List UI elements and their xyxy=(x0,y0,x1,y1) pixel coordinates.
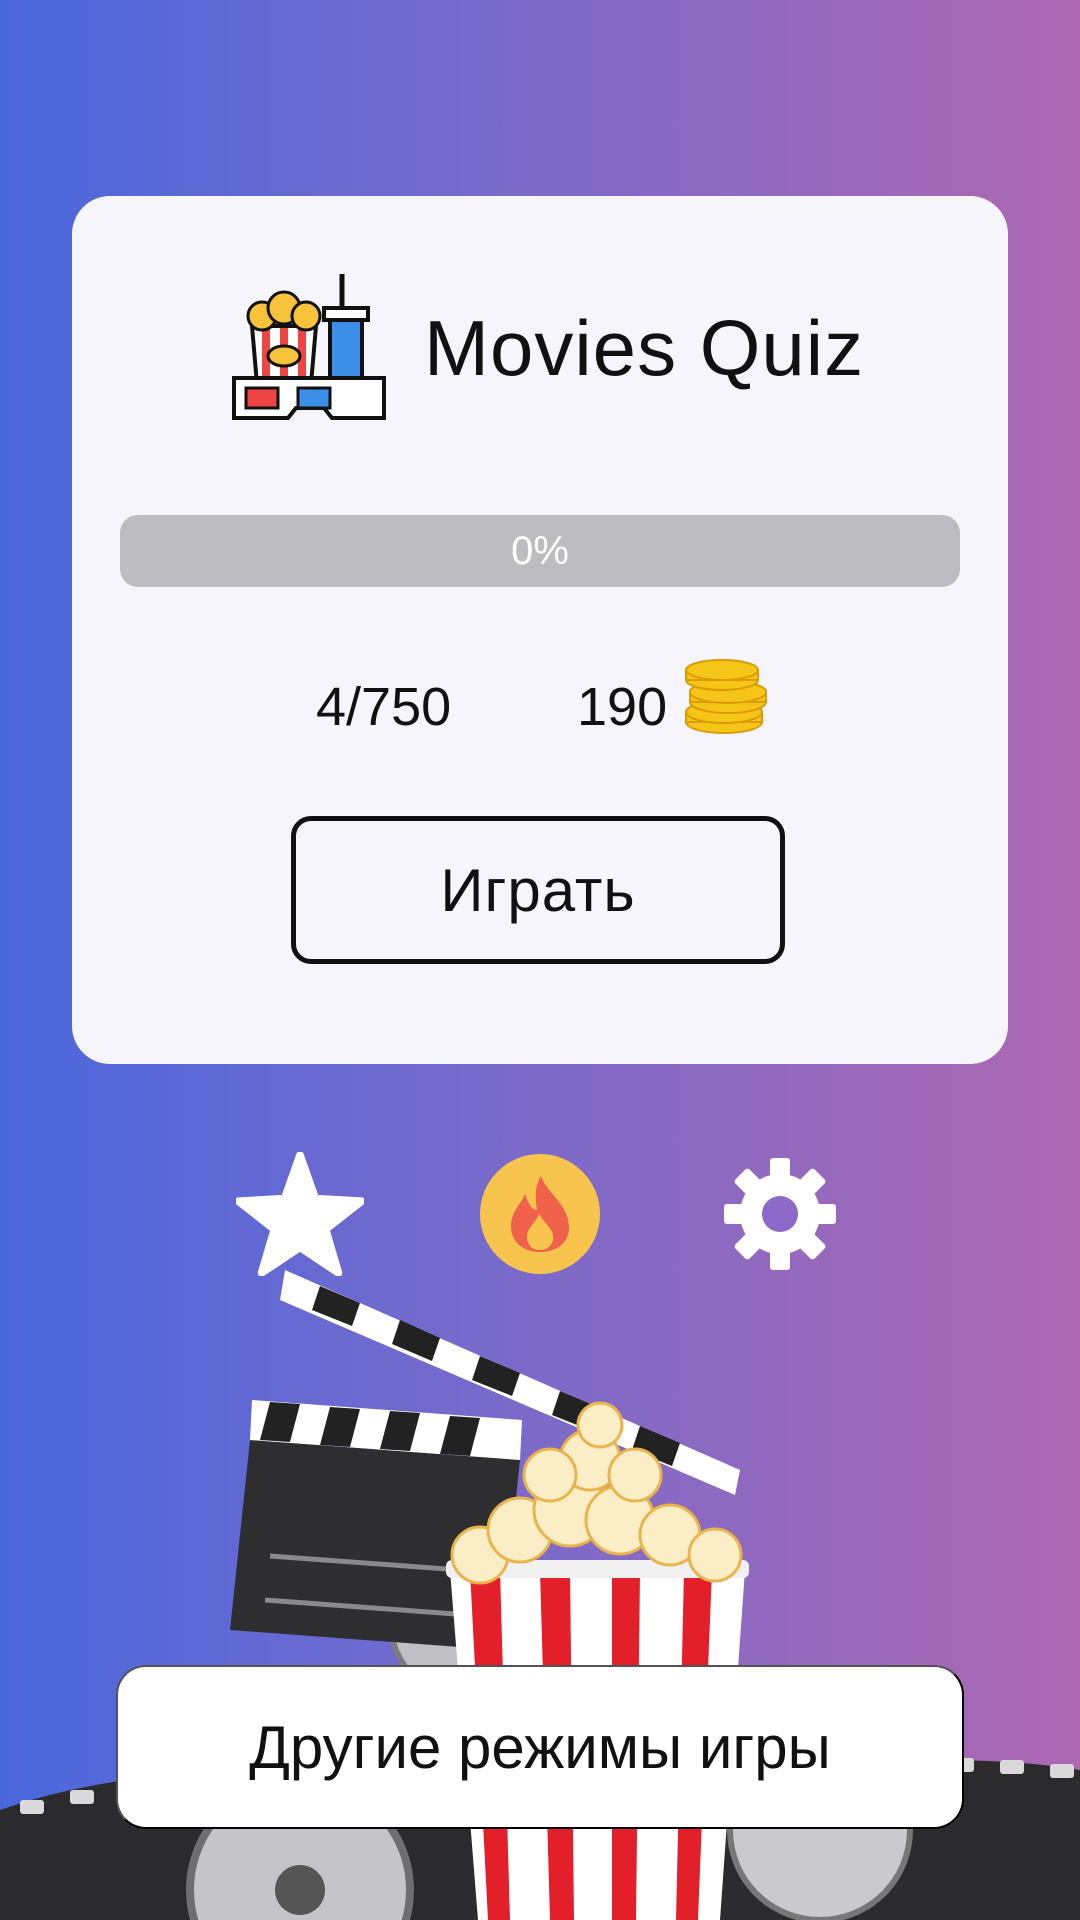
daily-challenge-button[interactable] xyxy=(480,1154,600,1274)
other-modes-button[interactable]: Другие режимы игры xyxy=(116,1665,964,1829)
coin-stack-icon xyxy=(685,659,767,734)
star-icon[interactable] xyxy=(236,1152,364,1276)
play-button[interactable]: Играть xyxy=(291,816,785,964)
progress-label: 0% xyxy=(511,528,569,573)
gear-icon[interactable] xyxy=(720,1154,840,1274)
app-title: Movies Quiz xyxy=(424,303,865,392)
fire-icon xyxy=(511,1176,569,1252)
progress-bar: 0% xyxy=(120,515,960,587)
brand-header: Movies Quiz xyxy=(232,268,864,428)
coin-counter: 190 xyxy=(577,677,668,737)
main-card: Movies Quiz 0% 4/750 190 Играть xyxy=(72,196,1008,1064)
stats-row: 4/750 190 xyxy=(72,656,1008,746)
cinema-logo-icon xyxy=(232,274,386,420)
levels-counter: 4/750 xyxy=(316,677,452,737)
action-icons xyxy=(0,1152,1080,1276)
